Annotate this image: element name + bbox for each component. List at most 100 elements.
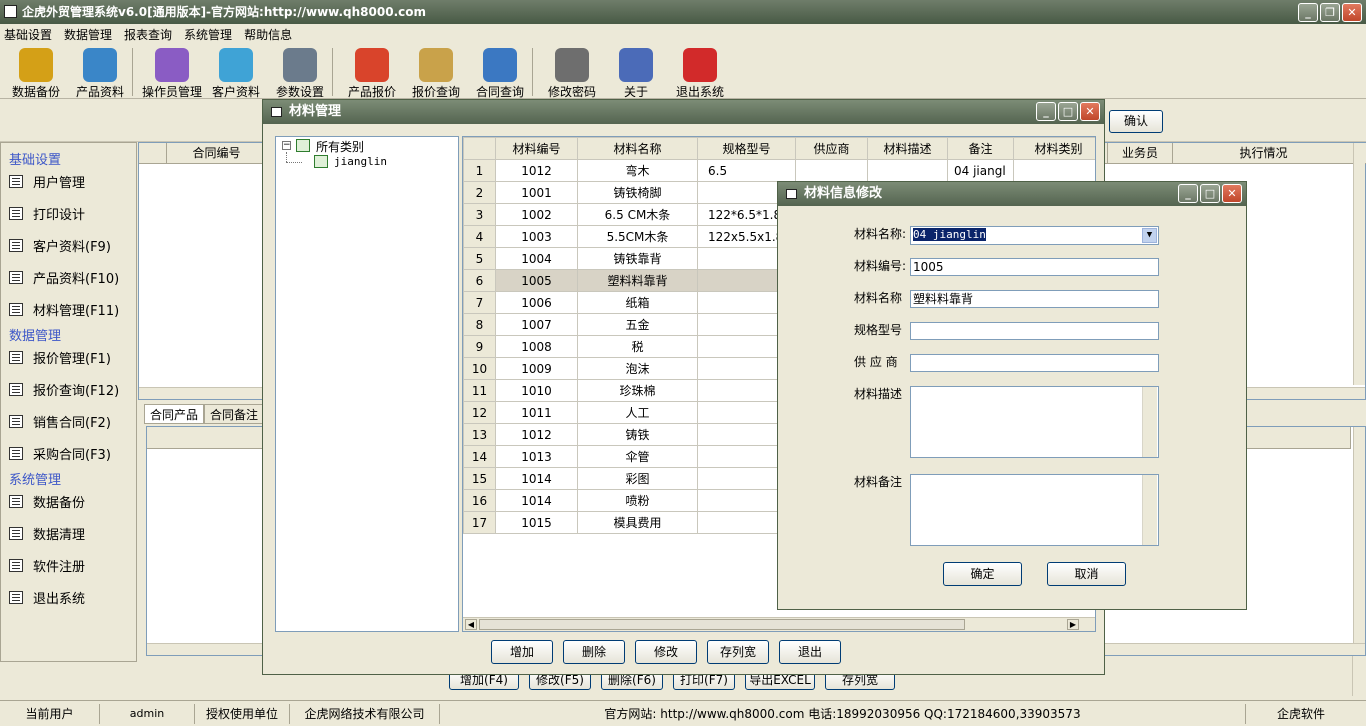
material-action-button[interactable]: 增加	[491, 640, 553, 664]
edit-maximize-button[interactable]: □	[1200, 184, 1220, 203]
material-close-button[interactable]: ✕	[1080, 102, 1100, 121]
minimize-button[interactable]: _	[1298, 3, 1318, 22]
main-vscroll[interactable]	[1352, 656, 1366, 696]
app-title-bar: 企虎外贸管理系统v6.0[通用版本]-官方网站:http://www.qh800…	[0, 0, 1366, 24]
sidebar-item[interactable]: 报价查询(F12)	[1, 373, 136, 405]
sidebar-item[interactable]: 采购合同(F3)	[1, 437, 136, 469]
toolbar-button-9[interactable]: 关于	[604, 45, 668, 99]
sidebar-item[interactable]: 打印设计	[1, 197, 136, 229]
scroll-left-arrow[interactable]: ◀	[465, 619, 477, 630]
sidebar-item-label: 数据清理	[33, 527, 86, 543]
material-maximize-button[interactable]: □	[1058, 102, 1078, 121]
grid-column-header[interactable]: 材料名称	[577, 137, 698, 160]
sidebar-item-label: 用户管理	[33, 175, 86, 191]
table-row[interactable]: 1 1012 弯木 6.5 04 jiangl	[463, 159, 1095, 182]
cancel-button[interactable]: 取消	[1047, 562, 1126, 586]
ok-button[interactable]: 确定	[943, 562, 1022, 586]
menu-system-management[interactable]: 系统管理	[184, 26, 232, 43]
sidebar-item[interactable]: 数据备份	[1, 485, 136, 517]
category-select[interactable]: 04 jianglin ▼	[910, 226, 1159, 245]
desc-vscroll[interactable]	[1142, 387, 1157, 457]
cell-no: 9	[463, 335, 496, 358]
code-label: 材料编号:	[854, 259, 907, 273]
toolbar-button-7[interactable]: 合同查询	[468, 45, 532, 99]
cell-name: 5.5CM木条	[577, 225, 698, 248]
sidebar-item[interactable]: 用户管理	[1, 165, 136, 197]
menu-help[interactable]: 帮助信息	[244, 26, 292, 43]
material-action-button[interactable]: 退出	[779, 640, 841, 664]
toolbar-button-5[interactable]: 产品报价	[340, 45, 404, 99]
grid-column-header[interactable]: 材料类别	[1013, 137, 1095, 160]
restore-button[interactable]: ❐	[1320, 3, 1340, 22]
sidebar-item[interactable]: 材料管理(F11)	[1, 293, 136, 325]
toolbar-button-2[interactable]: 操作员管理	[140, 45, 204, 99]
toolbar-button-1[interactable]: 产品资料	[68, 45, 132, 99]
sidebar-item-label: 数据备份	[33, 495, 86, 511]
toolbar-separator	[332, 48, 340, 96]
close-button[interactable]: ✕	[1342, 3, 1362, 22]
cell-name: 铸铁	[577, 423, 698, 446]
tree-collapse-toggle[interactable]: −	[282, 141, 291, 150]
grid-column-header[interactable]: 材料编号	[495, 137, 578, 160]
sidebar-item[interactable]: 数据清理	[1, 517, 136, 549]
licensee-value: 企虎网络技术有限公司	[290, 703, 440, 724]
scroll-thumb[interactable]	[479, 619, 965, 630]
toolbar-button-8[interactable]: 修改密码	[540, 45, 604, 99]
cell-name: 人工	[577, 401, 698, 424]
material-minimize-button[interactable]: _	[1036, 102, 1056, 121]
col-header-status[interactable]: 执行情况	[1173, 143, 1355, 164]
toolbar-button-0[interactable]: 数据备份	[4, 45, 68, 99]
chevron-down-icon[interactable]: ▼	[1142, 228, 1157, 243]
edit-minimize-button[interactable]: _	[1178, 184, 1198, 203]
contract-tabs: 合同产品 合同备注	[144, 404, 264, 426]
material-grid-hscroll[interactable]: ◀ ▶	[463, 617, 1095, 631]
customer-icon	[219, 48, 253, 82]
sidebar-item[interactable]: 产品资料(F10)	[1, 261, 136, 293]
note-textarea[interactable]	[910, 474, 1159, 546]
supplier-input[interactable]	[910, 354, 1159, 372]
sidebar-item-label: 客户资料(F9)	[33, 239, 111, 255]
note-vscroll[interactable]	[1142, 475, 1157, 545]
tab-contract-products[interactable]: 合同产品	[144, 404, 204, 424]
grid-column-header[interactable]: 供应商	[795, 137, 868, 160]
menu-report-query[interactable]: 报表查询	[124, 26, 172, 43]
brand-label: 企虎软件	[1276, 706, 1325, 721]
toolbar-button-10[interactable]: 退出系统	[668, 45, 732, 99]
sidebar-item[interactable]: 销售合同(F2)	[1, 405, 136, 437]
material-action-button[interactable]: 修改	[635, 640, 697, 664]
toolbar-button-3[interactable]: 客户资料	[204, 45, 268, 99]
key-icon	[555, 48, 589, 82]
name-input[interactable]: 塑料料靠背	[910, 290, 1159, 308]
confirm-button[interactable]: 确认	[1109, 110, 1163, 133]
cell-no: 15	[463, 467, 496, 490]
sidebar-item[interactable]: 退出系统	[1, 581, 136, 613]
tree-child-node[interactable]: jianglin	[334, 155, 387, 168]
col-header-salesman[interactable]: 业务员	[1107, 143, 1173, 164]
toolbar-button-6[interactable]: 报价查询	[404, 45, 468, 99]
code-input[interactable]: 1005	[910, 258, 1159, 276]
spec-input[interactable]	[910, 322, 1159, 340]
grid-header-row: 材料编号 材料名称 规格型号 供应商 材料描述 备注 材料类别	[463, 137, 1095, 160]
sidebar-item-label: 软件注册	[33, 559, 86, 575]
edit-close-button[interactable]: ✕	[1222, 184, 1242, 203]
grid-column-header[interactable]: 备注	[947, 137, 1014, 160]
products-vscroll[interactable]	[1353, 427, 1365, 643]
toolbar-button-4[interactable]: 参数设置	[268, 45, 332, 99]
material-action-button[interactable]: 删除	[563, 640, 625, 664]
tree-root-icon	[296, 139, 310, 152]
desc-textarea[interactable]	[910, 386, 1159, 458]
edit-form-icon	[9, 350, 23, 364]
scroll-right-arrow[interactable]: ▶	[1067, 619, 1079, 630]
tree-root-node[interactable]: 所有类别	[316, 138, 364, 155]
grid-column-header[interactable]: 规格型号	[697, 137, 796, 160]
col-header-contract-no[interactable]: 合同编号	[167, 143, 267, 164]
sidebar-item[interactable]: 报价管理(F1)	[1, 341, 136, 373]
material-action-button[interactable]: 存列宽	[707, 640, 769, 664]
sidebar-item[interactable]: 软件注册	[1, 549, 136, 581]
tab-contract-notes[interactable]: 合同备注	[204, 404, 264, 424]
menu-data-management[interactable]: 数据管理	[64, 26, 112, 43]
sidebar-item[interactable]: 客户资料(F9)	[1, 229, 136, 261]
grid-column-header[interactable]: 材料描述	[867, 137, 948, 160]
contract-list-vscroll[interactable]	[1353, 143, 1365, 385]
menu-basic-settings[interactable]: 基础设置	[4, 26, 52, 43]
